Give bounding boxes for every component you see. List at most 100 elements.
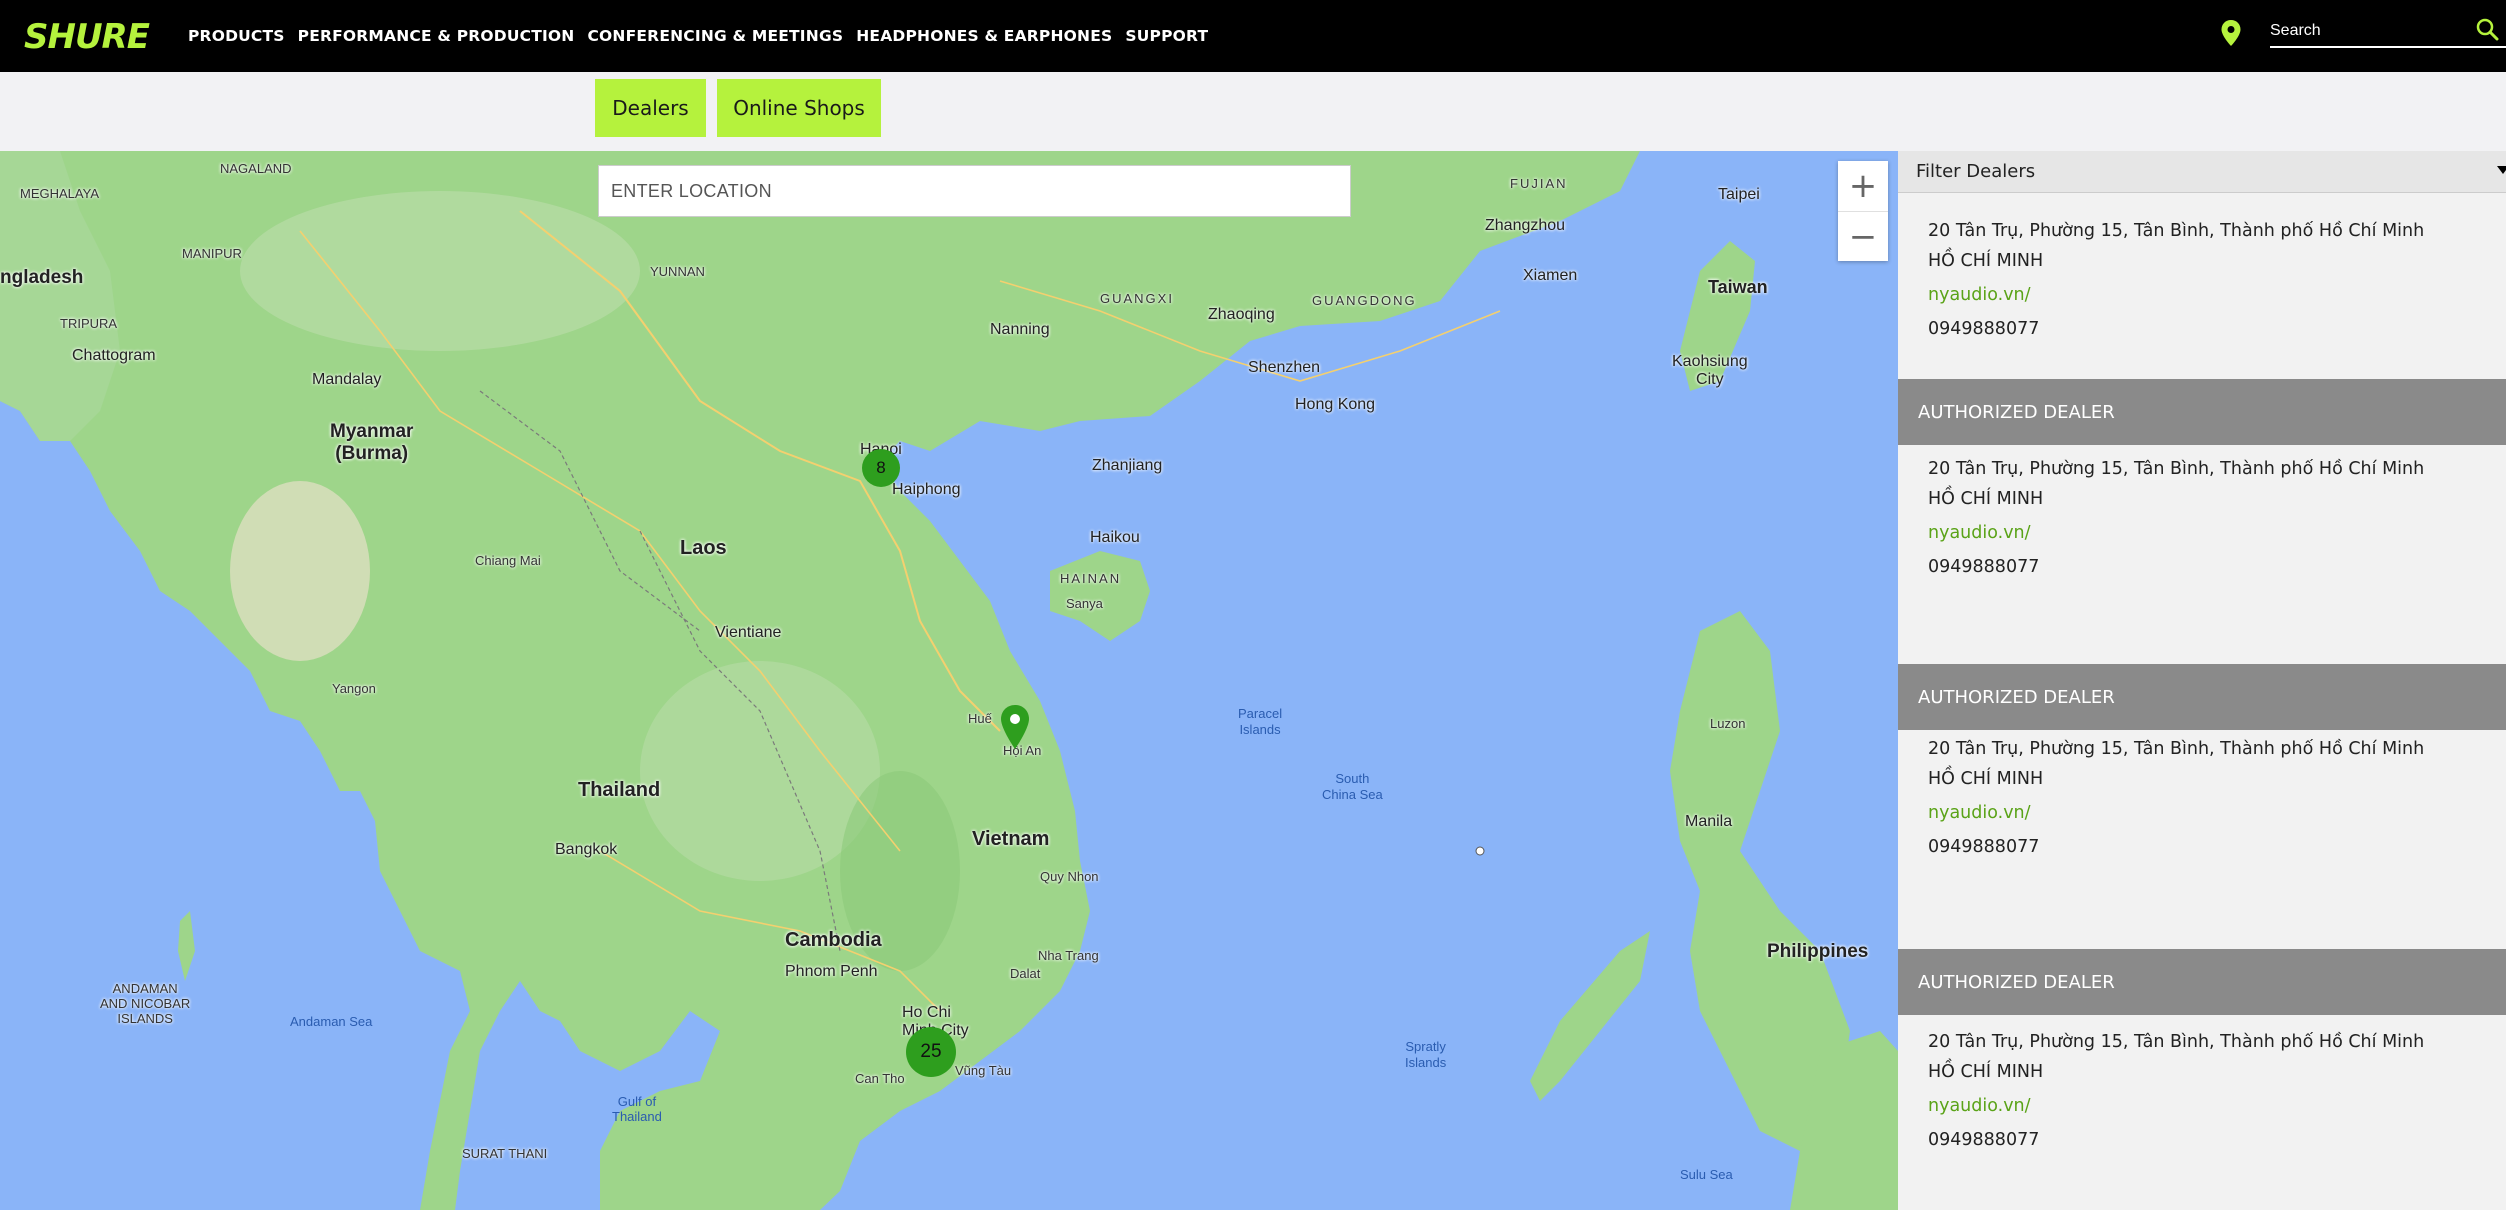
map-label-dalat: Dalat: [1010, 966, 1041, 981]
dealer-address: 20 Tân Trụ, Phường 15, Tân Bình, Thành p…: [1928, 459, 2425, 479]
map-label-vientiane: Vientiane: [715, 624, 782, 641]
map-pin-icon[interactable]: [1000, 705, 1030, 749]
map-label-tripura: TRIPURA: [60, 316, 118, 331]
zoom-in-button[interactable]: +: [1838, 161, 1888, 211]
dealer-city: HỒ CHÍ MINH: [1928, 769, 2044, 789]
map-cluster-south[interactable]: 25: [906, 1027, 956, 1077]
map-label-sanya: Sanya: [1066, 596, 1103, 611]
map-label-zhaoqing: Zhaoqing: [1208, 306, 1275, 323]
map-label-andaman-islands: ANDAMAN AND NICOBAR ISLANDS: [100, 981, 191, 1026]
map-label-yangon: Yangon: [332, 681, 376, 696]
shure-logo[interactable]: SHURE: [24, 14, 170, 58]
map-label-chiang-mai: Chiang Mai: [475, 553, 541, 568]
dealer-address: 20 Tân Trụ, Phường 15, Tân Bình, Thành p…: [1928, 221, 2425, 241]
dealer-phone: 0949888077: [1928, 1130, 2040, 1150]
dealer-type-header: AUTHORIZED DEALER: [1898, 379, 2506, 445]
map-label-vung-tau: Vũng Tàu: [955, 1063, 1012, 1078]
svg-text:SHURE: SHURE: [24, 17, 150, 57]
search-input[interactable]: [2270, 18, 2470, 44]
location-pin-icon[interactable]: [2221, 20, 2241, 46]
nav-headphones-earphones[interactable]: HEADPHONES & EARPHONES: [856, 27, 1112, 45]
zoom-controls: + −: [1838, 161, 1888, 261]
dealer-card: 20 Tân Trụ, Phường 15, Tân Bình, Thành p…: [1928, 216, 2488, 344]
dealer-phone: 0949888077: [1928, 557, 2040, 577]
map-label-myanmar: Myanmar (Burma): [330, 421, 414, 464]
map-label-quy-nhon: Quy Nhon: [1040, 869, 1099, 884]
map-label-andaman-sea: Andaman Sea: [290, 1014, 373, 1029]
dealer-phone: 0949888077: [1928, 319, 2040, 339]
top-navigation: SHURE PRODUCTS PERFORMANCE & PRODUCTION …: [0, 0, 2506, 72]
map-label-paracel: Paracel Islands: [1238, 706, 1283, 737]
map-label-can-tho: Can Tho: [855, 1071, 905, 1086]
map-label-mandalay: Mandalay: [312, 371, 382, 388]
map-label-nagaland: NAGALAND: [220, 161, 292, 176]
dealer-type-header: AUTHORIZED DEALER: [1898, 949, 2506, 1015]
location-search-input[interactable]: [598, 165, 1351, 217]
dealer-card: 20 Tân Trụ, Phường 15, Tân Bình, Thành p…: [1928, 734, 2488, 862]
dealer-city: HỒ CHÍ MINH: [1928, 251, 2044, 271]
dealer-card: 20 Tân Trụ, Phường 15, Tân Bình, Thành p…: [1928, 454, 2488, 582]
map-label-sulu-sea: Sulu Sea: [1680, 1167, 1733, 1182]
dealer-type-header: AUTHORIZED DEALER: [1898, 664, 2506, 730]
search-box: [2270, 14, 2506, 48]
dealer-map[interactable]: NAGALAND MEGHALAYA ngladesh TRIPURA MANI…: [0, 151, 1898, 1210]
map-label-yunnan: YUNNAN: [650, 264, 705, 279]
map-label-phnom-penh: Phnom Penh: [785, 963, 878, 980]
map-label-spratly: Spratly Islands: [1405, 1039, 1447, 1070]
dealer-website-link[interactable]: nyaudio.vn/: [1928, 798, 2488, 828]
map-label-zhangzhou: Zhangzhou: [1485, 217, 1566, 234]
nav-support[interactable]: SUPPORT: [1125, 27, 1208, 45]
dealer-tabs: Dealers Online Shops: [0, 72, 2506, 151]
dealer-list-panel[interactable]: Filter Dealers 20 Tân Trụ, Phường 15, Tâ…: [1898, 151, 2506, 1210]
nav-products[interactable]: PRODUCTS: [188, 27, 285, 45]
map-label-gulf-thailand: Gulf of Thailand: [612, 1094, 662, 1124]
filter-dealers-label: Filter Dealers: [1916, 161, 2036, 182]
map-label-fujian: FUJIAN: [1510, 176, 1568, 191]
map-label-south-china-sea: South China Sea: [1322, 771, 1383, 802]
chevron-down-icon: [2497, 166, 2506, 174]
dealer-website-link[interactable]: nyaudio.vn/: [1928, 518, 2488, 548]
map-label-taipei: Taipei: [1718, 186, 1760, 203]
map-label-nanning: Nanning: [990, 321, 1050, 338]
dealer-website-link[interactable]: nyaudio.vn/: [1928, 280, 2488, 310]
map-label-hainan: HAINAN: [1060, 571, 1122, 586]
dealer-phone: 0949888077: [1928, 837, 2040, 857]
map-label-manila: Manila: [1685, 813, 1733, 830]
map-label-shenzhen: Shenzhen: [1248, 359, 1321, 376]
map-label-guangxi: GUANGXI: [1100, 291, 1174, 306]
dealer-address: 20 Tân Trụ, Phường 15, Tân Bình, Thành p…: [1928, 1032, 2425, 1052]
map-label-xiamen: Xiamen: [1523, 267, 1578, 284]
nav-performance-production[interactable]: PERFORMANCE & PRODUCTION: [298, 27, 575, 45]
map-label-vietnam: Vietnam: [972, 828, 1050, 850]
filter-dealers-dropdown[interactable]: Filter Dealers: [1898, 151, 2506, 193]
map-label-haikou: Haikou: [1090, 529, 1140, 546]
dealer-website-link[interactable]: nyaudio.vn/: [1928, 1091, 2488, 1121]
map-label-philippines: Philippines: [1767, 941, 1869, 962]
map-label-taiwan: Taiwan: [1708, 277, 1768, 297]
map-label-haiphong: Haiphong: [892, 481, 961, 498]
main-nav: PRODUCTS PERFORMANCE & PRODUCTION CONFER…: [188, 0, 1221, 72]
map-label-laos: Laos: [680, 537, 727, 559]
dealer-address: 20 Tân Trụ, Phường 15, Tân Bình, Thành p…: [1928, 739, 2425, 759]
map-label-surat-thani: SURAT THANI: [462, 1146, 548, 1161]
map-label-guangdong: GUANGDONG: [1312, 293, 1417, 308]
dealer-city: HỒ CHÍ MINH: [1928, 489, 2044, 509]
map-label-hongkong: Hong Kong: [1295, 396, 1376, 413]
map-label-thailand: Thailand: [578, 779, 661, 801]
map-label-cambodia: Cambodia: [785, 929, 882, 951]
map-label-kaohsiung: Kaohsiung City: [1672, 353, 1748, 388]
nav-conferencing-meetings[interactable]: CONFERENCING & MEETINGS: [587, 27, 843, 45]
map-label-bangladesh: ngladesh: [0, 267, 84, 288]
map-label-nha-trang: Nha Trang: [1038, 948, 1099, 963]
map-cluster-north[interactable]: 8: [862, 449, 900, 487]
map-label-meghalaya: MEGHALAYA: [20, 186, 99, 201]
tab-online-shops[interactable]: Online Shops: [717, 79, 881, 137]
map-label-luzon: Luzon: [1710, 716, 1746, 731]
zoom-out-button[interactable]: −: [1838, 211, 1888, 261]
map-label-zhanjiang: Zhanjiang: [1092, 457, 1163, 474]
map-label-chattogram: Chattogram: [72, 347, 156, 364]
search-icon[interactable]: [2475, 17, 2499, 41]
dealer-city: HỒ CHÍ MINH: [1928, 1062, 2044, 1082]
tab-dealers[interactable]: Dealers: [595, 79, 706, 137]
map-label-hue: Huế: [968, 711, 992, 726]
